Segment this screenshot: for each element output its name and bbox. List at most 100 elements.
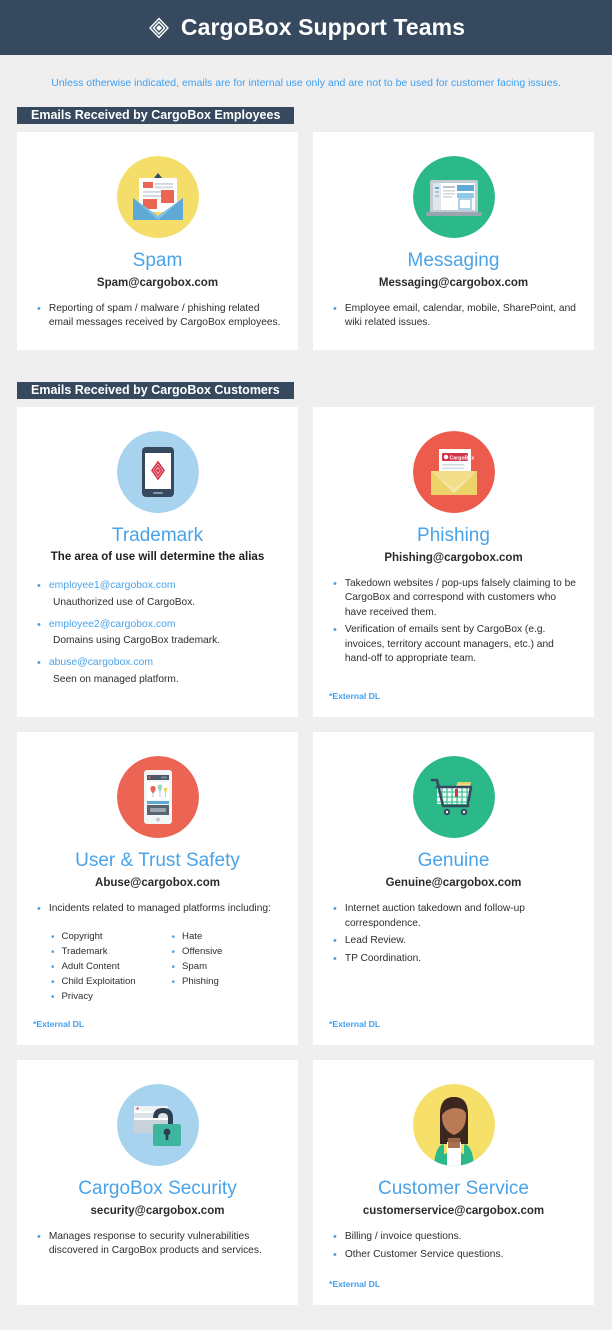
list-item-label: Child Exploitation	[61, 975, 136, 987]
card-email: Messaging@cargobox.com	[378, 276, 529, 289]
card-title: Phishing	[417, 524, 490, 546]
alias-email[interactable]: employee2@cargobox.com	[49, 618, 176, 633]
abuse-category-columns: • Copyright • Trademark • Adult Content • Ch…	[51, 930, 282, 1005]
card-title: Genuine	[417, 850, 490, 872]
list-item-label: Spam	[182, 960, 208, 972]
bullet-dot-icon: •	[171, 976, 176, 988]
bullet-text: Reporting of spam / malware / phishing r…	[48, 302, 281, 329]
list-item-label: Adult Content	[61, 960, 120, 972]
bullet-text: Takedown websites / pop-ups falsely clai…	[344, 577, 576, 618]
card-title: Messaging	[407, 250, 500, 271]
bullet-dot-icon: •	[37, 657, 41, 670]
bullet-dot-icon: •	[51, 991, 55, 1003]
bullet-item: • Billing / invoice questions.	[333, 1230, 578, 1245]
card-email: Abuse@cargobox.com	[95, 877, 220, 890]
svg-text:CargoBox: CargoBox	[449, 455, 474, 461]
bullet-item: • Reporting of spam / malware / phishing…	[37, 302, 282, 331]
card-title: CargoBox Security	[78, 1177, 237, 1199]
bullet-text: Verification of emails sent by CargoBox …	[344, 624, 554, 665]
card-email: Phishing@cargobox.com	[384, 551, 523, 564]
bullet-item: • Internet auction takedown and follow-u…	[333, 902, 578, 931]
card-trademark[interactable]: Trademark The area of use will determine…	[17, 406, 298, 718]
card-bullets: • Incidents related to managed platforms…	[33, 902, 282, 920]
bullet-dot-icon: •	[37, 618, 41, 631]
bullet-dot-icon: •	[171, 961, 176, 973]
bullet-dot-icon: •	[333, 302, 337, 315]
bullet-item: • Incidents related to managed platforms…	[37, 902, 282, 917]
bullet-text: Lead Review.	[344, 935, 407, 946]
list-item-label: Privacy	[61, 990, 93, 1002]
card-messaging[interactable]: Messaging Messaging@cargobox.com • Emplo…	[313, 132, 594, 350]
alias-row: • abuse@cargobox.com	[37, 656, 282, 671]
laptop-screen-icon	[412, 156, 495, 238]
card-bullets: • Billing / invoice questions. • Other C…	[329, 1230, 578, 1266]
bullet-dot-icon: •	[37, 302, 41, 315]
bullet-item: • TP Coordination.	[333, 952, 578, 967]
bullet-item: • Manages response to security vulnerabi…	[37, 1230, 282, 1259]
bullet-dot-icon: •	[333, 935, 337, 947]
section-banner-customers: Emails Received by CargoBox Customers	[17, 381, 294, 399]
external-dl-label: *External DL	[33, 1018, 85, 1029]
open-envelope-document-icon	[116, 156, 199, 238]
list-item-label: Trademark	[61, 945, 108, 957]
bullet-dot-icon: •	[333, 577, 337, 590]
padlock-browser-icon	[116, 1083, 199, 1166]
card-user-trust-safety[interactable]: User & Trust Safety Abuse@cargobox.com •…	[17, 732, 298, 1045]
list-item-label: Offensive	[182, 945, 223, 957]
list-item: • Child Exploitation	[51, 975, 162, 990]
tablet-logo-icon	[116, 430, 199, 513]
card-email: Genuine@cargobox.com	[385, 877, 522, 890]
cards-grid-customers: Trademark The area of use will determine…	[0, 406, 612, 1306]
list-item-label: Copyright	[61, 930, 103, 942]
bullet-text: Incidents related to managed platforms i…	[48, 903, 271, 915]
notice-text: Unless otherwise indicated, emails are f…	[51, 77, 561, 89]
trademark-icon-wrap	[33, 430, 282, 513]
card-alias-list: • employee1@cargobox.com Unauthorized us…	[33, 579, 282, 696]
bullet-dot-icon: •	[333, 1230, 337, 1243]
list-item: • Hate	[172, 930, 283, 945]
card-spam[interactable]: Spam Spam@cargobox.com • Reporting of sp…	[17, 132, 298, 350]
user-trust-safety-icon-wrap	[33, 756, 282, 839]
external-dl-label: *External DL	[329, 691, 381, 702]
alias-desc: Unauthorized use of CargoBox.	[53, 596, 196, 608]
smartphone-icon	[116, 756, 199, 839]
alias-email[interactable]: employee1@cargobox.com	[49, 579, 176, 594]
bullet-dot-icon: •	[171, 946, 176, 958]
card-bullets: • Employee email, calendar, mobile, Shar…	[329, 302, 578, 334]
bullet-dot-icon: •	[37, 1230, 41, 1243]
list-item: • Phishing	[172, 975, 283, 990]
messaging-icon-wrap	[329, 156, 578, 238]
bullet-text: Manages response to security vulnerabili…	[48, 1230, 262, 1257]
card-bullets: • Internet auction takedown and follow-u…	[329, 902, 578, 970]
card-genuine[interactable]: Genuine Genuine@cargobox.com • Internet …	[313, 732, 594, 1045]
list-item: • Privacy	[51, 990, 162, 1005]
card-cargobox-security[interactable]: CargoBox Security security@cargobox.com …	[17, 1059, 298, 1306]
bullet-text: TP Coordination.	[344, 952, 422, 964]
alias-item: • employee2@cargobox.com Domains using C…	[37, 618, 282, 647]
diamond-logo-icon	[147, 16, 171, 40]
bullet-dot-icon: •	[333, 1248, 337, 1261]
bullet-dot-icon: •	[171, 931, 176, 943]
bullet-item: • Verification of emails sent by CargoBo…	[333, 623, 578, 666]
envelope-letter-icon: CargoBox	[412, 430, 495, 513]
card-title: Spam	[132, 250, 183, 271]
bullet-dot-icon: •	[51, 931, 55, 943]
alias-desc: Seen on managed platform.	[53, 674, 179, 686]
abuse-category-column-right: • Hate • Offensive • Spam • Phishing	[172, 930, 283, 1005]
card-subtitle: The area of use will determine the alias	[50, 550, 265, 563]
alias-email[interactable]: abuse@cargobox.com	[49, 656, 153, 671]
card-email: security@cargobox.com	[90, 1204, 225, 1217]
list-item: • Offensive	[172, 945, 283, 960]
list-item: • Copyright	[51, 930, 162, 945]
bullet-dot-icon: •	[37, 903, 41, 916]
phishing-icon-wrap: CargoBox	[329, 430, 578, 513]
bullet-dot-icon: •	[333, 903, 337, 916]
bullet-text: Other Customer Service questions.	[344, 1248, 504, 1260]
card-customer-service[interactable]: Customer Service customerservice@cargobo…	[313, 1059, 594, 1306]
bullet-item: • Lead Review.	[333, 934, 578, 949]
card-phishing[interactable]: CargoBox Phishing Phishing@cargobox.com …	[313, 406, 594, 718]
bullet-item: • Employee email, calendar, mobile, Shar…	[333, 302, 578, 331]
external-dl-label: *External DL	[329, 1018, 381, 1029]
alias-item: • employee1@cargobox.com Unauthorized us…	[37, 579, 282, 608]
customer-service-icon-wrap	[329, 1083, 578, 1166]
